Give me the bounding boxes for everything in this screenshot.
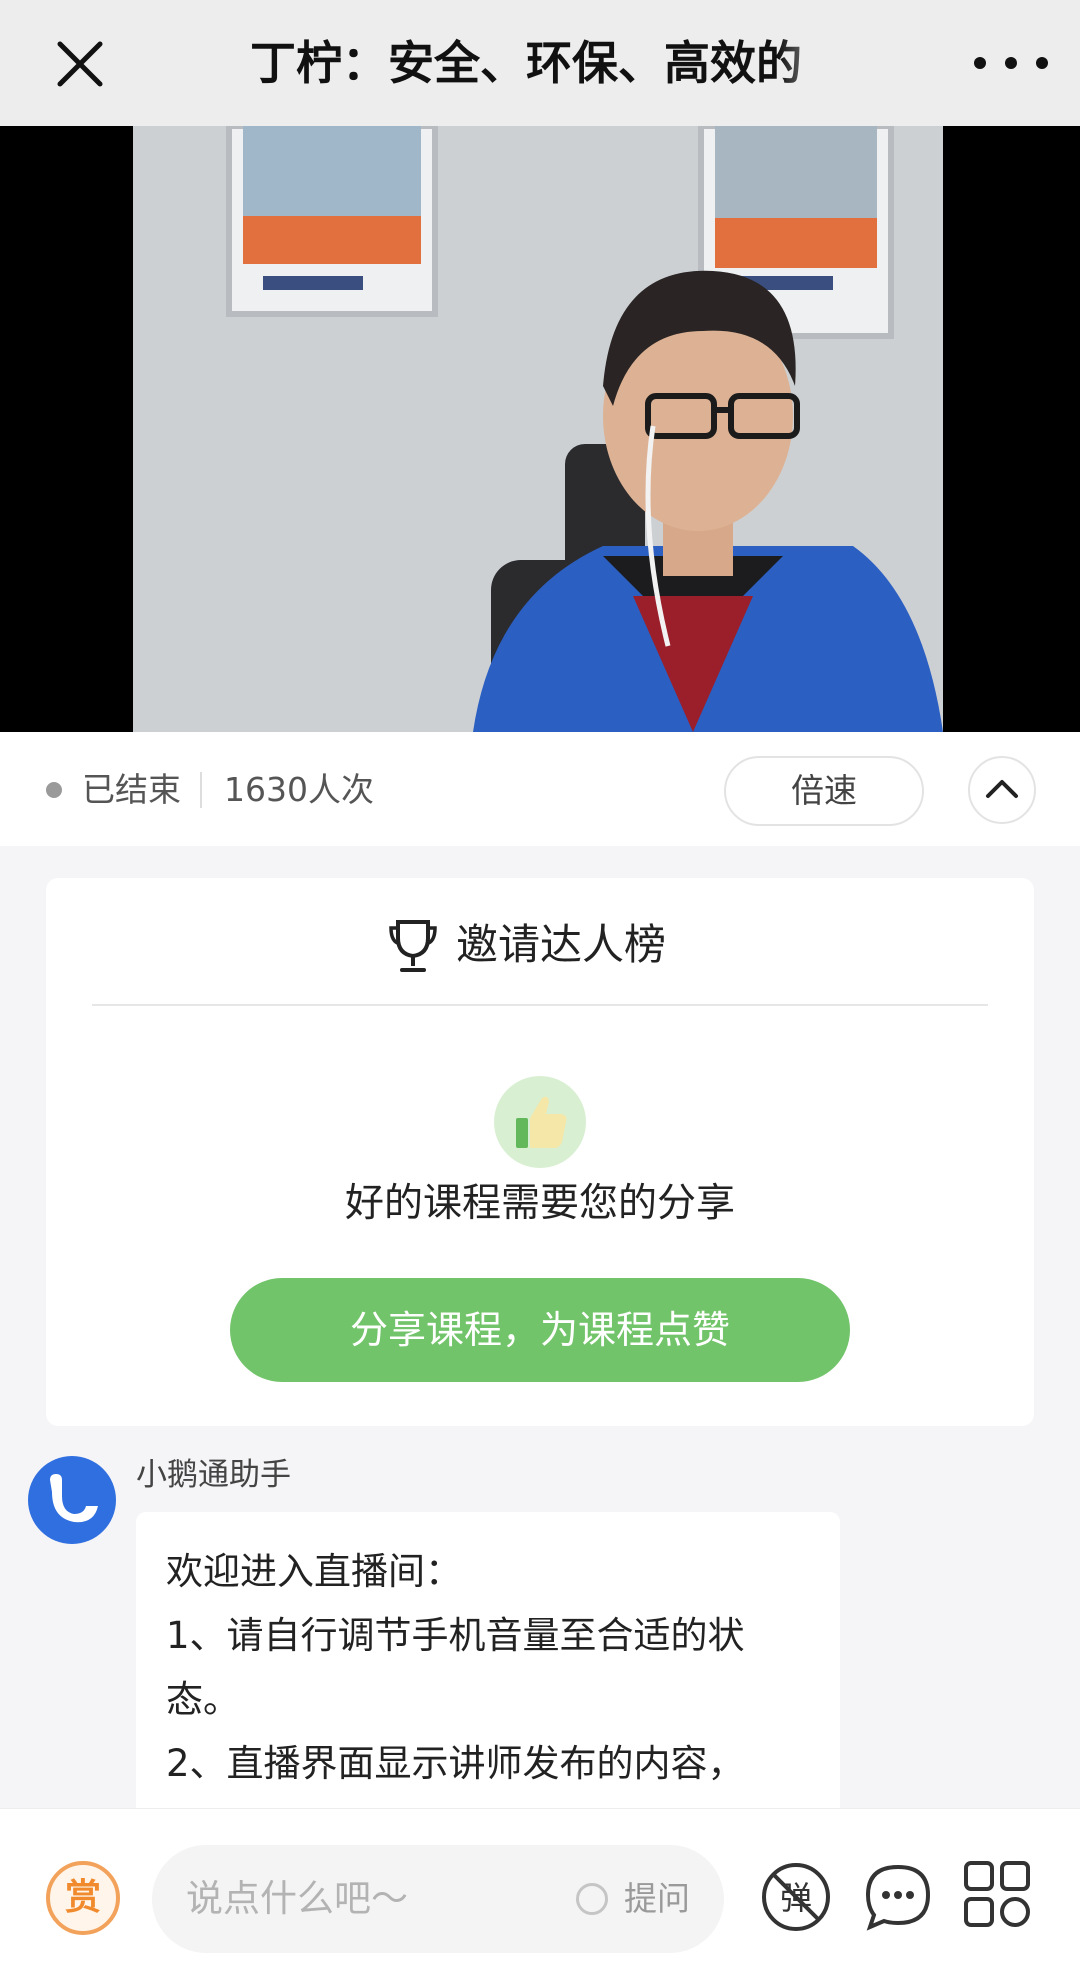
ask-radio[interactable] bbox=[576, 1883, 608, 1915]
divider bbox=[92, 1004, 988, 1006]
message-line: 欢迎进入直播间： bbox=[166, 1550, 462, 1593]
more-apps-button[interactable] bbox=[962, 1859, 1032, 1929]
status-dot bbox=[46, 782, 62, 798]
video-frame bbox=[133, 126, 943, 732]
message-line: 态。 bbox=[166, 1678, 240, 1721]
goose-icon bbox=[50, 1474, 98, 1523]
view-count: 1630人次 bbox=[224, 770, 374, 809]
bottom-bar: 赏 说点什么吧～ 提问 弹 bbox=[0, 1808, 1080, 1967]
message-bubble: 欢迎进入直播间： 1、请自行调节手机音量至合适的状 态。 2、直播界面显示讲师发… bbox=[136, 1512, 840, 1842]
share-course-button[interactable]: 分享课程，为课程点赞 bbox=[230, 1278, 850, 1382]
chat-bubble-icon bbox=[865, 1864, 931, 1931]
danmu-toggle[interactable]: 弹 bbox=[760, 1861, 832, 1933]
more-icon[interactable] bbox=[968, 48, 1054, 78]
close-icon[interactable] bbox=[52, 36, 108, 92]
trophy-icon bbox=[389, 920, 437, 972]
avatar[interactable] bbox=[28, 1456, 116, 1544]
video-still bbox=[133, 126, 943, 732]
live-status-bar: 已结束 1630人次 倍速 bbox=[0, 732, 1080, 846]
page-title: 丁柠：安全、环保、高效的 bbox=[250, 36, 802, 90]
grid-icon bbox=[964, 1861, 1030, 1927]
chat-button[interactable] bbox=[862, 1861, 934, 1933]
chevron-up-icon bbox=[986, 780, 1018, 798]
card-title: 邀请达人榜 bbox=[456, 920, 667, 969]
live-state: 已结束 bbox=[82, 770, 181, 809]
title-bar: 丁柠：安全、环保、高效的 bbox=[0, 0, 1080, 126]
divider bbox=[200, 772, 202, 808]
playback-speed-button[interactable]: 倍速 bbox=[724, 756, 924, 826]
sender-name: 小鹅通助手 bbox=[136, 1457, 291, 1493]
message-line: 2、直播界面显示讲师发布的内容， bbox=[166, 1742, 745, 1785]
message-line: 1、请自行调节手机音量至合适的状 bbox=[166, 1614, 745, 1657]
reward-button[interactable]: 赏 bbox=[46, 1861, 120, 1935]
card-subtitle: 好的课程需要您的分享 bbox=[344, 1181, 735, 1226]
invite-leaderboard-card: 邀请达人榜 好的课程需要您的分享 分享课程，为课程点赞 bbox=[46, 878, 1034, 1426]
thumbs-up-icon bbox=[494, 1076, 586, 1168]
danmu-icon: 弹 bbox=[762, 1863, 830, 1931]
ask-label: 提问 bbox=[624, 1879, 690, 1918]
video-player[interactable] bbox=[0, 126, 1080, 732]
comment-input[interactable]: 说点什么吧～ 提问 bbox=[152, 1845, 724, 1953]
collapse-button[interactable] bbox=[968, 756, 1036, 824]
input-placeholder: 说点什么吧～ bbox=[186, 1877, 408, 1920]
